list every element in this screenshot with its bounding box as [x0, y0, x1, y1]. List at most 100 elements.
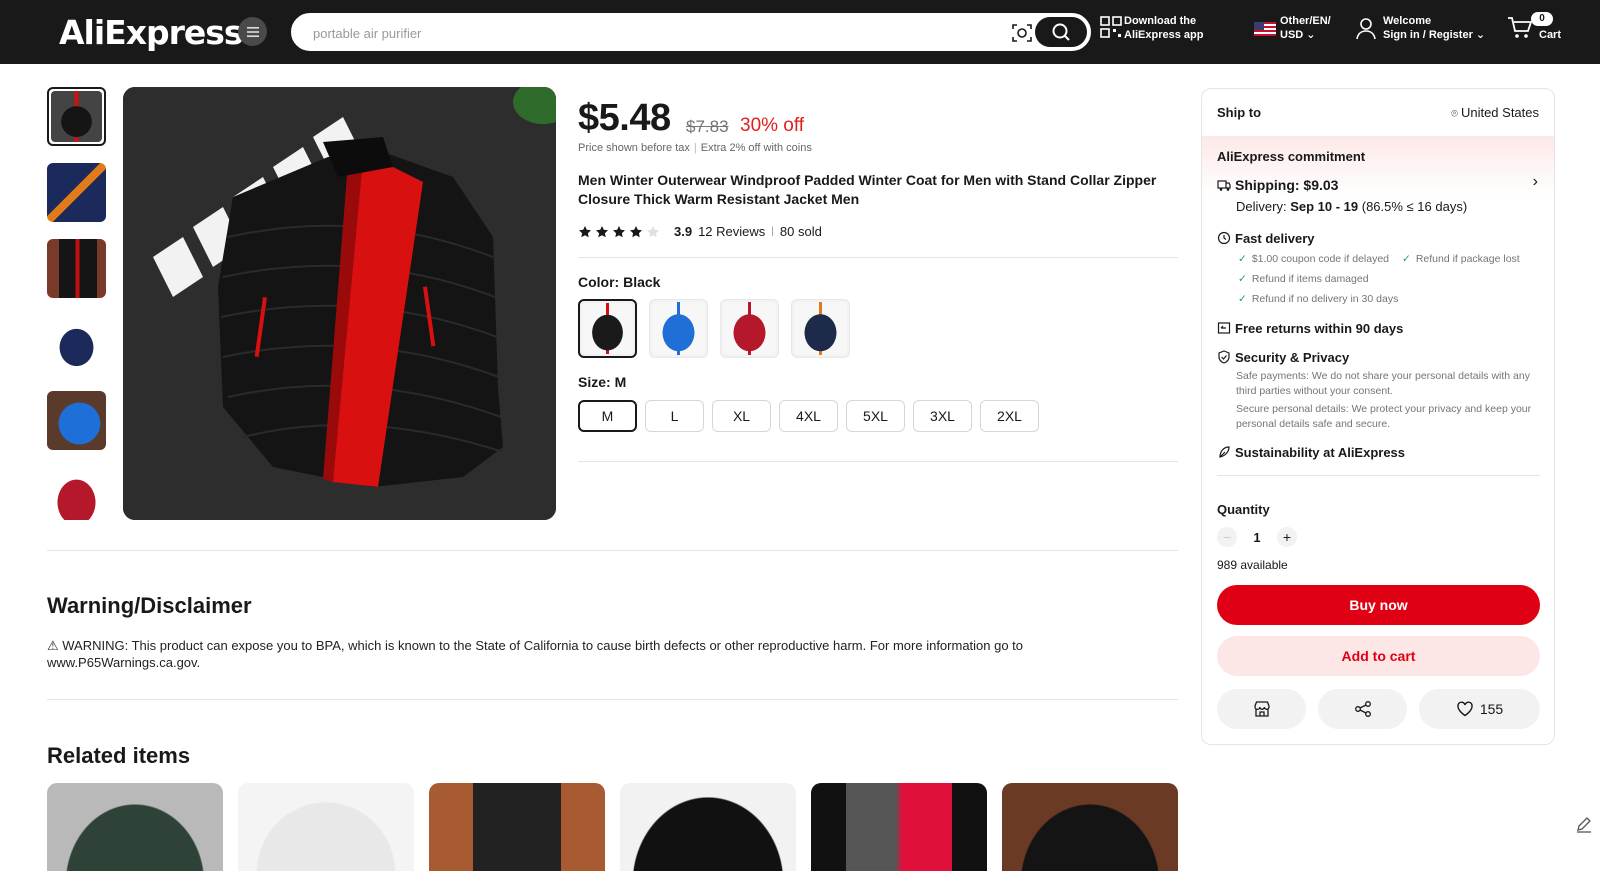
ship-to-label: Ship to [1217, 105, 1262, 120]
color-swatch[interactable] [578, 299, 637, 358]
cart-link[interactable]: Cart [1508, 17, 1561, 42]
increase-quantity-button[interactable]: + [1277, 527, 1297, 547]
shipping-row[interactable]: Shipping: $9.03 [1217, 177, 1338, 193]
size-option-3xl[interactable]: 3XL [913, 400, 972, 432]
logo-text: AliExpress [59, 13, 244, 52]
check-icon: ✓ [1402, 253, 1411, 265]
discount-badge: 30% off [740, 115, 805, 136]
delivery-suffix: (86.5% ≤ 16 days) [1358, 199, 1468, 214]
shield-icon [1218, 350, 1230, 364]
size-value: M [614, 374, 627, 390]
edit-icon[interactable] [1574, 814, 1594, 834]
size-option-5xl[interactable]: 5XL [846, 400, 905, 432]
main-product-image[interactable] [123, 87, 556, 520]
original-price: $7.83 [686, 117, 729, 136]
color-swatch[interactable] [649, 299, 708, 358]
related-item[interactable] [620, 783, 796, 871]
menu-button[interactable] [238, 17, 267, 46]
delivery-prefix: Delivery: [1236, 199, 1291, 214]
security-row: Security & Privacy [1217, 350, 1349, 365]
thumbnail-3[interactable] [47, 239, 106, 298]
disclaimer-text: ⚠ WARNING: This product can expose you t… [47, 638, 1024, 670]
size-option-l[interactable]: L [645, 400, 704, 432]
swatch-image [723, 302, 776, 355]
size-option-m[interactable]: M [578, 400, 637, 432]
rating-row[interactable]: 3.9 12 Reviews | 80 sold [578, 224, 822, 239]
fd-item: ✓ Refund if items damaged [1238, 273, 1369, 285]
price-notes: Price shown before tax | Extra 2% off with… [578, 142, 812, 154]
star-rating [578, 225, 660, 239]
related-item[interactable] [238, 783, 414, 871]
related-item[interactable] [811, 783, 987, 871]
return-box-icon [1217, 322, 1231, 334]
image-search-icon[interactable] [1011, 23, 1033, 43]
product-thumbnail-image [47, 239, 106, 298]
related-items-list [47, 783, 1178, 871]
star-icon [630, 225, 642, 237]
free-returns-row: Free returns within 90 days [1217, 321, 1403, 336]
size-option-xl[interactable]: XL [712, 400, 771, 432]
aliexpress-logo[interactable]: AliExpress [59, 13, 244, 52]
size-option-4xl[interactable]: 4XL [779, 400, 838, 432]
related-item[interactable] [47, 783, 223, 871]
cart-count-badge: 0 [1531, 12, 1553, 26]
size-option-2xl[interactable]: 2XL [980, 400, 1039, 432]
sold-count: 80 sold [779, 224, 822, 239]
size-label: Size: M [578, 374, 626, 390]
thumbnail-5[interactable] [47, 391, 106, 450]
fast-delivery-row: Fast delivery [1217, 231, 1315, 246]
truck-icon [1217, 180, 1231, 191]
search-input[interactable] [313, 22, 993, 44]
product-thumbnail-image [47, 391, 106, 450]
related-item[interactable] [1002, 783, 1178, 871]
divider [1217, 475, 1540, 476]
color-label-prefix: Color: [578, 274, 624, 290]
store-button[interactable] [1217, 689, 1306, 729]
star-icon [613, 225, 625, 237]
fd-item: ✓ Refund if package lost [1402, 253, 1520, 265]
chevron-right-icon[interactable]: › [1533, 173, 1538, 191]
thumbnail-2[interactable] [47, 163, 106, 222]
check-icon: ✓ [1238, 273, 1247, 285]
wishlist-button[interactable]: 155 [1419, 689, 1540, 729]
fd-item: ✓ Refund if no delivery in 30 days [1238, 293, 1398, 305]
star-icon [647, 225, 659, 237]
stock-available: 989 available [1217, 558, 1288, 572]
decrease-quantity-button[interactable]: − [1217, 527, 1237, 547]
account-menu[interactable]: Welcome Sign in / Register ⌄ [1356, 14, 1485, 42]
coins-note: Extra 2% off with coins [700, 142, 812, 154]
fd-item-text: Refund if no delivery in 30 days [1251, 293, 1399, 305]
quantity-value[interactable]: 1 [1237, 530, 1277, 545]
language-currency-selector[interactable]: Other/EN/ USD ⌄ [1254, 14, 1331, 42]
related-item[interactable] [429, 783, 605, 871]
fd-item-text: $1.00 coupon code if delayed [1251, 253, 1390, 265]
star-icon [596, 225, 608, 237]
heart-icon [1457, 701, 1473, 717]
color-swatches [578, 299, 850, 358]
sustainability-row[interactable]: Sustainability at AliExpress [1217, 445, 1405, 460]
color-swatch[interactable] [791, 299, 850, 358]
thumbnail-4[interactable] [47, 315, 106, 374]
add-to-cart-button[interactable]: Add to cart [1217, 636, 1540, 676]
lang-line-2: USD [1280, 29, 1304, 41]
fast-delivery-label: Fast delivery [1235, 231, 1315, 246]
thumbnail-1[interactable] [47, 87, 106, 146]
thumbnail-6[interactable] [47, 467, 106, 520]
store-icon [1253, 701, 1270, 717]
security-label: Security & Privacy [1235, 350, 1350, 365]
top-header: AliExpress Download the AliExpress app O… [0, 0, 1600, 64]
search-icon [1052, 23, 1070, 41]
buy-now-button[interactable]: Buy now [1217, 585, 1540, 625]
search-button[interactable] [1035, 17, 1087, 47]
download-app-link[interactable]: Download the AliExpress app [1100, 14, 1203, 42]
product-thumbnail-image [47, 467, 106, 520]
destination-value: United States [1460, 105, 1539, 120]
star-icon [579, 225, 591, 237]
ship-to-row[interactable]: Ship to ⌾ United States [1217, 105, 1539, 120]
color-swatch[interactable] [720, 299, 779, 358]
share-button[interactable] [1318, 689, 1407, 729]
lang-line-1: Other/EN/ [1280, 15, 1331, 27]
clock-icon [1217, 231, 1231, 245]
ship-destination[interactable]: ⌾ United States [1451, 105, 1539, 121]
reviews-link[interactable]: 12 Reviews [698, 224, 765, 239]
